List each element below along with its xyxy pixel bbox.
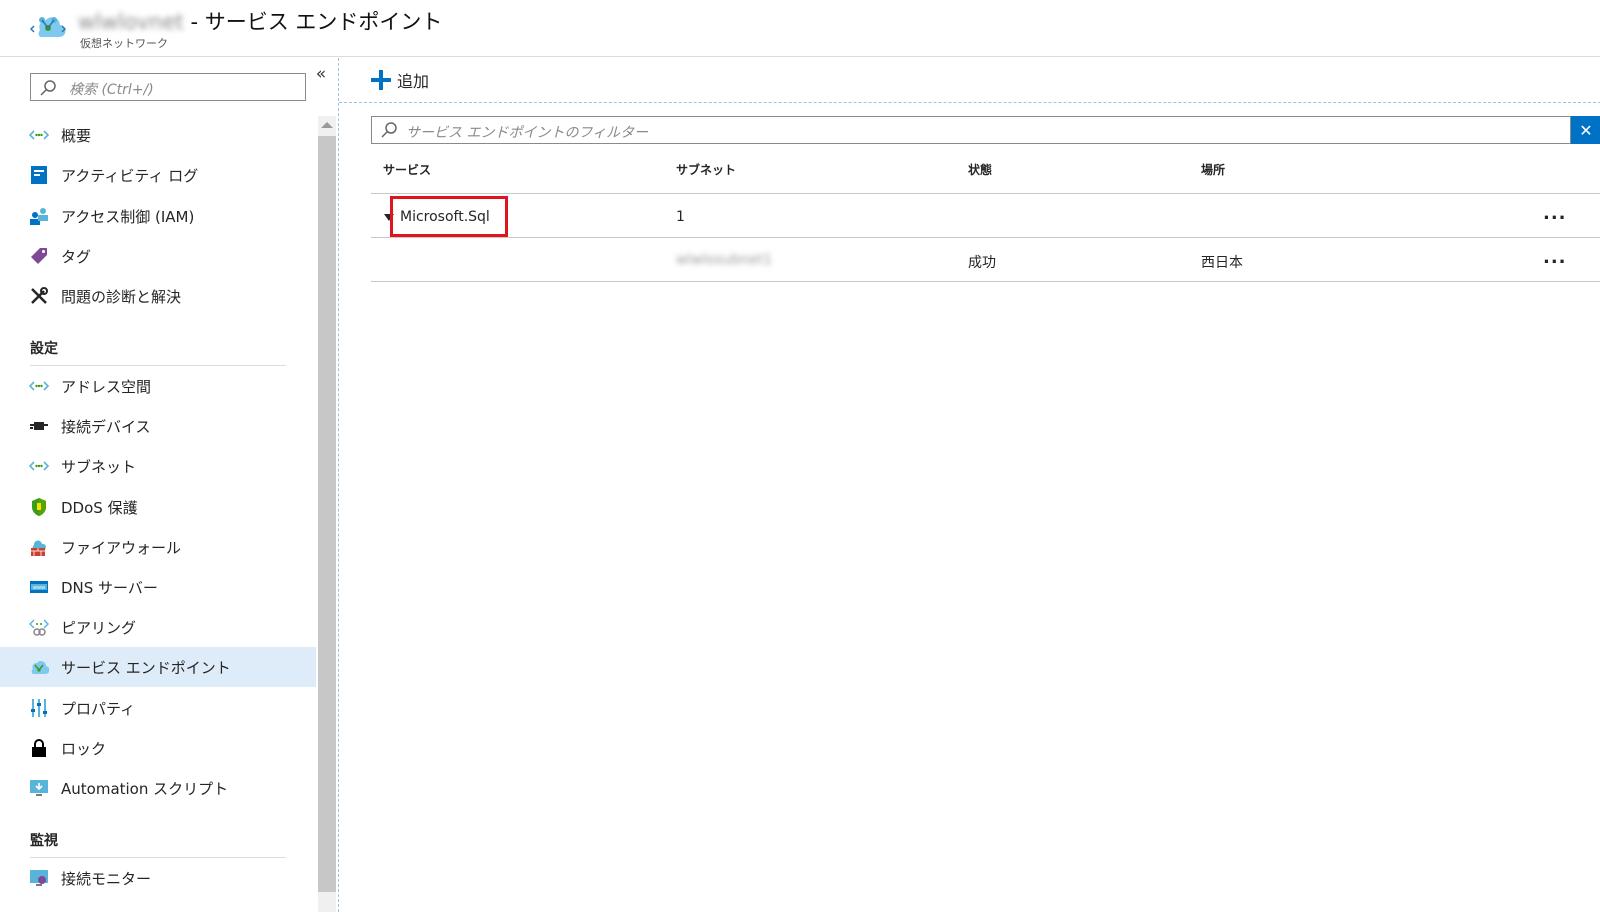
scroll-up-icon[interactable] [321,122,333,128]
blade-header: wlwlovnet - サービス エンドポイント 仮想ネットワーク [0,0,1600,57]
activity-log-icon [29,165,49,185]
dns-icon: www [29,577,49,597]
tag-icon [29,246,49,266]
endpoint-filter-input[interactable]: サービス エンドポイントのフィルター [371,116,1571,144]
menu-item-label: 概要 [61,126,92,145]
menu-item-label: アドレス空間 [61,377,152,396]
collapse-menu-button[interactable]: « [312,64,330,84]
menu-item-label: タグ [61,247,92,266]
menu-item-label: サブネット [61,457,137,476]
menu-item-connection-monitor[interactable]: 接続モニター [0,858,316,898]
column-header-service[interactable]: サービス [383,161,431,178]
menu-item-connected-devices[interactable]: 接続デバイス [0,406,316,446]
menu-item-subnets[interactable]: サブネット [0,446,316,486]
menu-item-activity-log[interactable]: アクティビティ ログ [0,155,316,195]
column-header-status[interactable]: 状態 [968,161,992,178]
header-divider [371,193,1600,194]
shield-icon [29,497,49,517]
menu-item-overview[interactable]: 概要 [0,115,316,155]
add-button[interactable]: 追加 [371,68,429,92]
search-icon [40,80,56,96]
lock-icon [29,738,49,758]
column-header-subnet[interactable]: サブネット [676,161,736,178]
menu-item-iam[interactable]: アクセス制御 (IAM) [0,196,316,236]
menu-item-diagnose[interactable]: 問題の診断と解決 [0,276,316,316]
resource-type: 仮想ネットワーク [80,37,168,50]
blade-content: 追加 サービス エンドポイントのフィルター ✕ サービス サブネット 状態 場所… [338,58,1600,912]
filter-placeholder: サービス エンドポイントのフィルター [406,125,649,141]
menu-item-label: 問題の診断と解決 [61,287,182,306]
menu-item-locks[interactable]: ロック [0,728,316,768]
resource-name: wlwlovnet [78,10,184,34]
menu-item-service-endpoints[interactable]: サービス エンドポイント [0,647,316,687]
vnet-arrows-icon [29,456,49,476]
more-actions-button[interactable]: ... [1543,203,1567,224]
people-icon [29,206,49,226]
menu-item-peerings[interactable]: ピアリング [0,607,316,647]
connection-monitor-icon [29,868,49,888]
command-bar: 追加 [339,58,1600,103]
properties-icon [29,698,49,718]
menu-search-placeholder: 検索 (Ctrl+/) [69,82,154,98]
menu-item-dns-servers[interactable]: www DNS サーバー [0,567,316,607]
menu-item-ddos[interactable]: DDoS 保護 [0,487,316,527]
location-cell: 西日本 [1201,255,1243,271]
page-title: wlwlovnet - サービス エンドポイント [78,6,442,36]
status-cell: 成功 [968,255,996,271]
menu-item-firewall[interactable]: ファイアウォール [0,527,316,567]
menu-item-label: ピアリング [61,618,137,637]
subnet-cell: wlwlosubnet1 [676,252,773,268]
automation-icon [29,778,49,798]
menu-item-label: ファイアウォール [61,538,182,557]
firewall-icon [29,537,49,557]
menu-item-label: 接続モニター [61,869,152,888]
section-settings-heading: 設定 [30,341,58,357]
vnet-arrows-icon [29,376,49,396]
menu-item-automation-script[interactable]: Automation スクリプト [0,768,316,808]
peering-icon [29,617,49,637]
plug-icon [29,416,49,436]
plus-icon [371,70,391,90]
menu-item-properties[interactable]: プロパティ [0,688,316,728]
virtual-network-icon [30,17,66,38]
row-divider [371,281,1600,282]
menu-search-input[interactable]: 検索 (Ctrl+/) [30,73,306,101]
menu-item-address-space[interactable]: アドレス空間 [0,366,316,406]
menu-item-label: DNS サーバー [61,578,158,597]
section-monitoring-heading: 監視 [30,833,58,849]
menu-item-label: アクセス制御 (IAM) [61,207,195,226]
highlight-annotation [390,196,508,237]
subnet-count-cell: 1 [676,209,685,225]
menu-item-tags[interactable]: タグ [0,236,316,276]
close-icon: ✕ [1579,120,1593,140]
scrollbar-thumb[interactable] [318,136,336,892]
search-icon [381,122,397,138]
column-header-location[interactable]: 場所 [1201,161,1225,178]
row-divider [371,237,1600,238]
resource-menu: 検索 (Ctrl+/) « 概要 アクティビティ ログ アクセス制御 (IAM)… [0,58,338,912]
service-endpoint-icon [29,657,49,677]
menu-scrollbar[interactable] [318,116,336,912]
vnet-arrows-icon [29,125,49,145]
wrench-icon [29,286,49,306]
more-actions-button[interactable]: ... [1543,247,1567,268]
blade-title: サービス エンドポイント [204,10,443,34]
menu-item-label: プロパティ [61,699,136,718]
add-button-label: 追加 [397,72,430,91]
clear-filter-button[interactable]: ✕ [1571,116,1600,144]
menu-item-label: Automation スクリプト [61,779,229,798]
menu-item-label: 接続デバイス [61,417,151,436]
title-separator: - [183,10,205,34]
svg-text:www: www [33,585,45,591]
menu-item-label: アクティビティ ログ [61,166,199,185]
menu-item-label: サービス エンドポイント [61,658,231,677]
menu-item-label: DDoS 保護 [61,498,138,517]
menu-item-label: ロック [61,739,107,758]
